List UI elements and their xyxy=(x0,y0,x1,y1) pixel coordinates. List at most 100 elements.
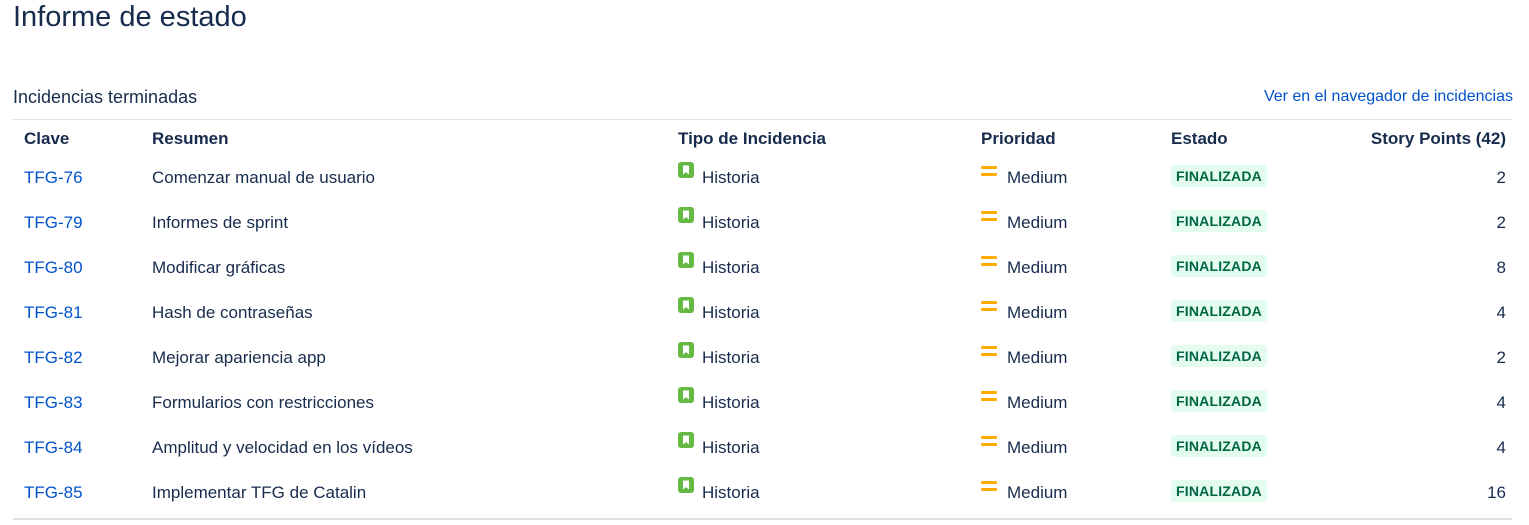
story-icon xyxy=(678,432,694,448)
header-issue-type[interactable]: Tipo de Incidencia xyxy=(678,129,826,149)
issue-key-link[interactable]: TFG-76 xyxy=(24,168,83,187)
story-points-value: 4 xyxy=(1496,438,1506,457)
status-cell: FINALIZADA xyxy=(1171,480,1267,505)
issue-key-cell: TFG-84 xyxy=(24,438,83,458)
table-row: TFG-83 Formularios con restricciones His… xyxy=(13,383,1512,428)
issue-summary: Mejorar apariencia app xyxy=(152,348,326,367)
issue-summary: Informes de sprint xyxy=(152,213,289,232)
issue-key-cell: TFG-82 xyxy=(24,348,83,368)
view-in-issue-navigator-link[interactable]: Ver en el navegador de incidencias xyxy=(1264,85,1513,109)
issue-key-link[interactable]: TFG-79 xyxy=(24,213,83,232)
issue-type-label: Historia xyxy=(702,213,760,232)
story-points-value: 4 xyxy=(1496,393,1506,412)
priority-label: Medium xyxy=(1007,303,1068,322)
header-key[interactable]: Clave xyxy=(24,129,69,149)
issue-type-label: Historia xyxy=(702,483,760,502)
status-cell: FINALIZADA xyxy=(1171,390,1267,415)
issue-key-link[interactable]: TFG-81 xyxy=(24,303,83,322)
story-points-value: 8 xyxy=(1496,258,1506,277)
priority-label: Medium xyxy=(1007,213,1068,232)
priority-cell: Medium xyxy=(981,166,1068,188)
header-priority[interactable]: Prioridad xyxy=(981,129,1056,149)
issue-type-label: Historia xyxy=(702,168,760,187)
priority-cell: Medium xyxy=(981,211,1068,233)
status-cell: FINALIZADA xyxy=(1171,255,1267,280)
story-points-value: 4 xyxy=(1496,303,1506,322)
status-badge: FINALIZADA xyxy=(1171,480,1267,502)
issue-summary: Hash de contraseñas xyxy=(152,303,313,322)
table-row: TFG-85 Implementar TFG de Catalin Histor… xyxy=(13,473,1512,518)
priority-medium-icon xyxy=(981,391,997,403)
issue-summary: Amplitud y velocidad en los vídeos xyxy=(152,438,413,457)
issue-type-cell: Historia xyxy=(678,432,760,458)
priority-medium-icon xyxy=(981,211,997,223)
issue-key-link[interactable]: TFG-84 xyxy=(24,438,83,457)
section-header: Incidencias terminadas Ver en el navegad… xyxy=(13,85,1513,119)
issue-summary: Modificar gráficas xyxy=(152,258,286,277)
issue-key-cell: TFG-85 xyxy=(24,483,83,503)
status-badge: FINALIZADA xyxy=(1171,300,1267,322)
priority-medium-icon xyxy=(981,436,997,448)
issue-key-cell: TFG-81 xyxy=(24,303,83,323)
table-row: TFG-80 Modificar gráficas Historia Mediu… xyxy=(13,248,1512,293)
page-title: Informe de estado xyxy=(13,1,247,33)
issue-key-link[interactable]: TFG-80 xyxy=(24,258,83,277)
issue-key-link[interactable]: TFG-82 xyxy=(24,348,83,367)
priority-cell: Medium xyxy=(981,481,1068,503)
priority-label: Medium xyxy=(1007,348,1068,367)
priority-label: Medium xyxy=(1007,483,1068,502)
status-cell: FINALIZADA xyxy=(1171,300,1267,325)
story-icon xyxy=(678,477,694,493)
issue-type-label: Historia xyxy=(702,258,760,277)
issue-type-cell: Historia xyxy=(678,207,760,233)
table-body: TFG-76 Comenzar manual de usuario Histor… xyxy=(13,158,1512,518)
priority-cell: Medium xyxy=(981,301,1068,323)
status-badge: FINALIZADA xyxy=(1171,210,1267,232)
status-cell: FINALIZADA xyxy=(1171,345,1267,370)
table-row: TFG-84 Amplitud y velocidad en los vídeo… xyxy=(13,428,1512,473)
priority-medium-icon xyxy=(981,256,997,268)
priority-medium-icon xyxy=(981,481,997,493)
priority-medium-icon xyxy=(981,346,997,358)
status-badge: FINALIZADA xyxy=(1171,165,1267,187)
issue-type-cell: Historia xyxy=(678,477,760,503)
status-badge: FINALIZADA xyxy=(1171,435,1267,457)
priority-label: Medium xyxy=(1007,168,1068,187)
status-cell: FINALIZADA xyxy=(1171,435,1267,460)
priority-medium-icon xyxy=(981,301,997,313)
issue-key-cell: TFG-79 xyxy=(24,213,83,233)
issue-type-label: Historia xyxy=(702,438,760,457)
header-status[interactable]: Estado xyxy=(1171,129,1228,149)
issue-key-link[interactable]: TFG-83 xyxy=(24,393,83,412)
priority-cell: Medium xyxy=(981,346,1068,368)
status-cell: FINALIZADA xyxy=(1171,210,1267,235)
header-summary[interactable]: Resumen xyxy=(152,129,229,149)
table-row: TFG-79 Informes de sprint Historia Mediu… xyxy=(13,203,1512,248)
issue-summary: Formularios con restricciones xyxy=(152,393,375,412)
status-badge: FINALIZADA xyxy=(1171,255,1267,277)
story-icon xyxy=(678,162,694,178)
story-icon xyxy=(678,297,694,313)
table-row: TFG-82 Mejorar apariencia app Historia M… xyxy=(13,338,1512,383)
table-row: TFG-76 Comenzar manual de usuario Histor… xyxy=(13,158,1512,203)
issue-type-cell: Historia xyxy=(678,162,760,188)
issue-type-cell: Historia xyxy=(678,342,760,368)
issue-summary: Implementar TFG de Catalin xyxy=(152,483,367,502)
priority-cell: Medium xyxy=(981,436,1067,458)
issue-key-cell: TFG-80 xyxy=(24,258,83,278)
story-points-value: 16 xyxy=(1487,483,1506,502)
table-header: Clave Resumen Tipo de Incidencia Priorid… xyxy=(13,120,1512,158)
header-story-points[interactable]: Story Points (42) xyxy=(1371,129,1506,149)
section-title: Incidencias terminadas xyxy=(13,87,198,107)
story-icon xyxy=(678,207,694,223)
story-icon xyxy=(678,252,694,268)
status-badge: FINALIZADA xyxy=(1171,345,1267,367)
story-icon xyxy=(678,387,694,403)
issue-type-cell: Historia xyxy=(678,252,760,278)
story-points-value: 2 xyxy=(1496,168,1506,187)
status-cell: FINALIZADA xyxy=(1171,165,1267,190)
priority-cell: Medium xyxy=(981,391,1067,413)
issue-key-link[interactable]: TFG-85 xyxy=(24,483,83,502)
priority-medium-icon xyxy=(981,166,997,178)
priority-label: Medium xyxy=(1007,258,1068,277)
